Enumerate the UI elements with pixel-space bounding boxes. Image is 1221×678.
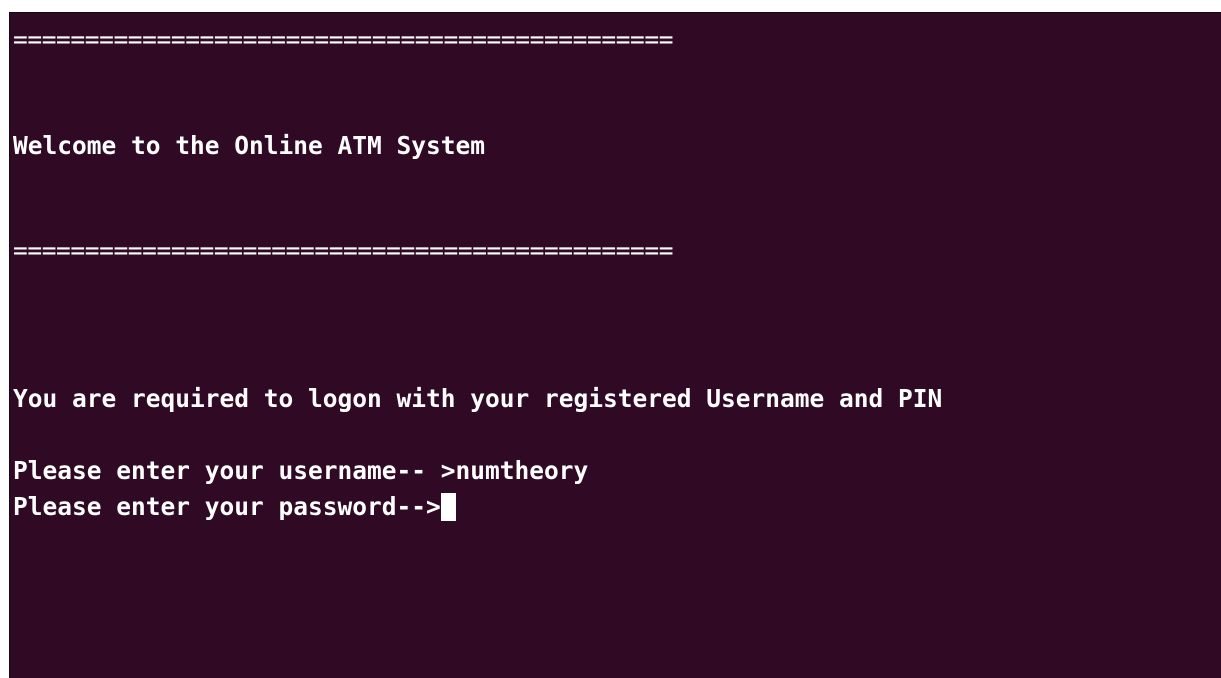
terminal-window[interactable]: ========================================… [9,12,1221,678]
text-cursor [440,493,456,521]
password-prompt: Please enter your password--> [13,492,441,521]
separator-bottom: ========================================… [13,236,674,265]
password-line[interactable]: Please enter your password--> [13,492,456,522]
welcome-banner: Welcome to the Online ATM System [13,131,486,160]
username-prompt: Please enter your username-- > [13,456,456,485]
separator-top: ========================================… [13,25,674,54]
username-line: Please enter your username-- >numtheory [13,456,588,486]
screenshot-frame: ========================================… [0,0,1221,678]
logon-notice: You are required to logon with your regi… [13,384,943,413]
username-input-value[interactable]: numtheory [456,456,589,485]
